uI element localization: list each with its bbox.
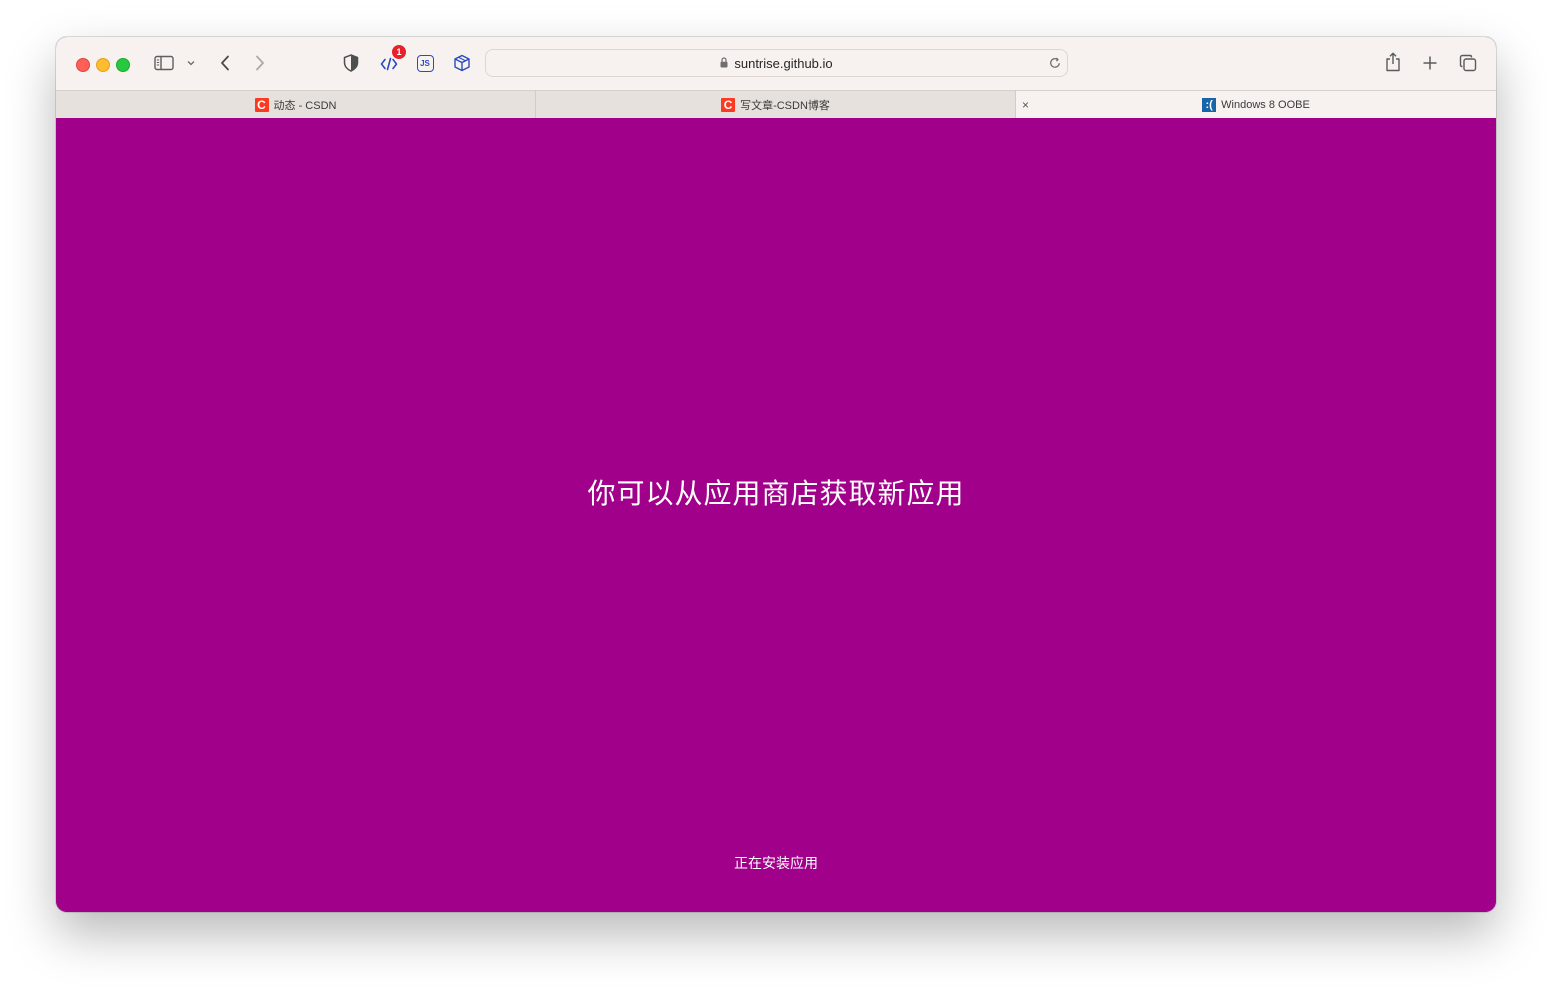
sidebar-icon[interactable] <box>153 54 175 72</box>
status-message: 正在安装应用 <box>734 856 818 872</box>
windows8-oobe-icon: :( <box>1202 97 1217 112</box>
close-tab-icon[interactable]: × <box>1022 91 1029 118</box>
js-extension-label: JS <box>416 54 434 72</box>
tab-csdn-write[interactable]: C 写文章-CSDN博客 <box>536 91 1016 118</box>
extension-badge: 1 <box>392 45 406 59</box>
main-message: 你可以从应用商店获取新应用 <box>587 477 965 510</box>
browser-window: 1 JS suntrise.github.io C 动态 - CSDN C 写文… <box>56 37 1496 912</box>
maximize-window-button[interactable] <box>116 58 130 72</box>
reload-icon[interactable] <box>1048 56 1062 70</box>
share-icon[interactable] <box>1383 51 1403 73</box>
tab-csdn-dynamic[interactable]: C 动态 - CSDN <box>56 91 536 118</box>
close-window-button[interactable] <box>76 58 90 72</box>
url-display[interactable]: suntrise.github.io <box>486 50 1067 76</box>
new-tab-icon[interactable] <box>1420 53 1440 73</box>
chevron-down-icon[interactable] <box>185 57 197 69</box>
csdn-icon: C <box>721 97 736 112</box>
url-text: suntrise.github.io <box>734 55 833 71</box>
tab-bar: C 动态 - CSDN C 写文章-CSDN博客 × :( Windows 8 … <box>56 90 1496 118</box>
browser-toolbar: 1 JS suntrise.github.io <box>56 37 1496 90</box>
lock-icon <box>720 56 728 71</box>
csdn-icon: C <box>254 97 269 112</box>
address-bar[interactable]: suntrise.github.io <box>486 50 1067 76</box>
forward-icon[interactable] <box>251 53 269 73</box>
minimize-window-button[interactable] <box>96 58 110 72</box>
back-icon[interactable] <box>216 53 234 73</box>
tab-overview-icon[interactable] <box>1457 53 1479 73</box>
tab-title: 动态 - CSDN <box>273 99 337 112</box>
oobe-page: 你可以从应用商店获取新应用 正在安装应用 <box>56 118 1496 912</box>
shield-icon[interactable] <box>341 53 361 73</box>
tab-windows8-oobe[interactable]: × :( Windows 8 OOBE <box>1016 91 1496 118</box>
cube-extension-icon[interactable] <box>452 53 472 73</box>
tab-title: Windows 8 OOBE <box>1221 98 1310 111</box>
js-extension-icon[interactable]: JS <box>415 53 435 73</box>
tab-title: 写文章-CSDN博客 <box>740 99 830 112</box>
